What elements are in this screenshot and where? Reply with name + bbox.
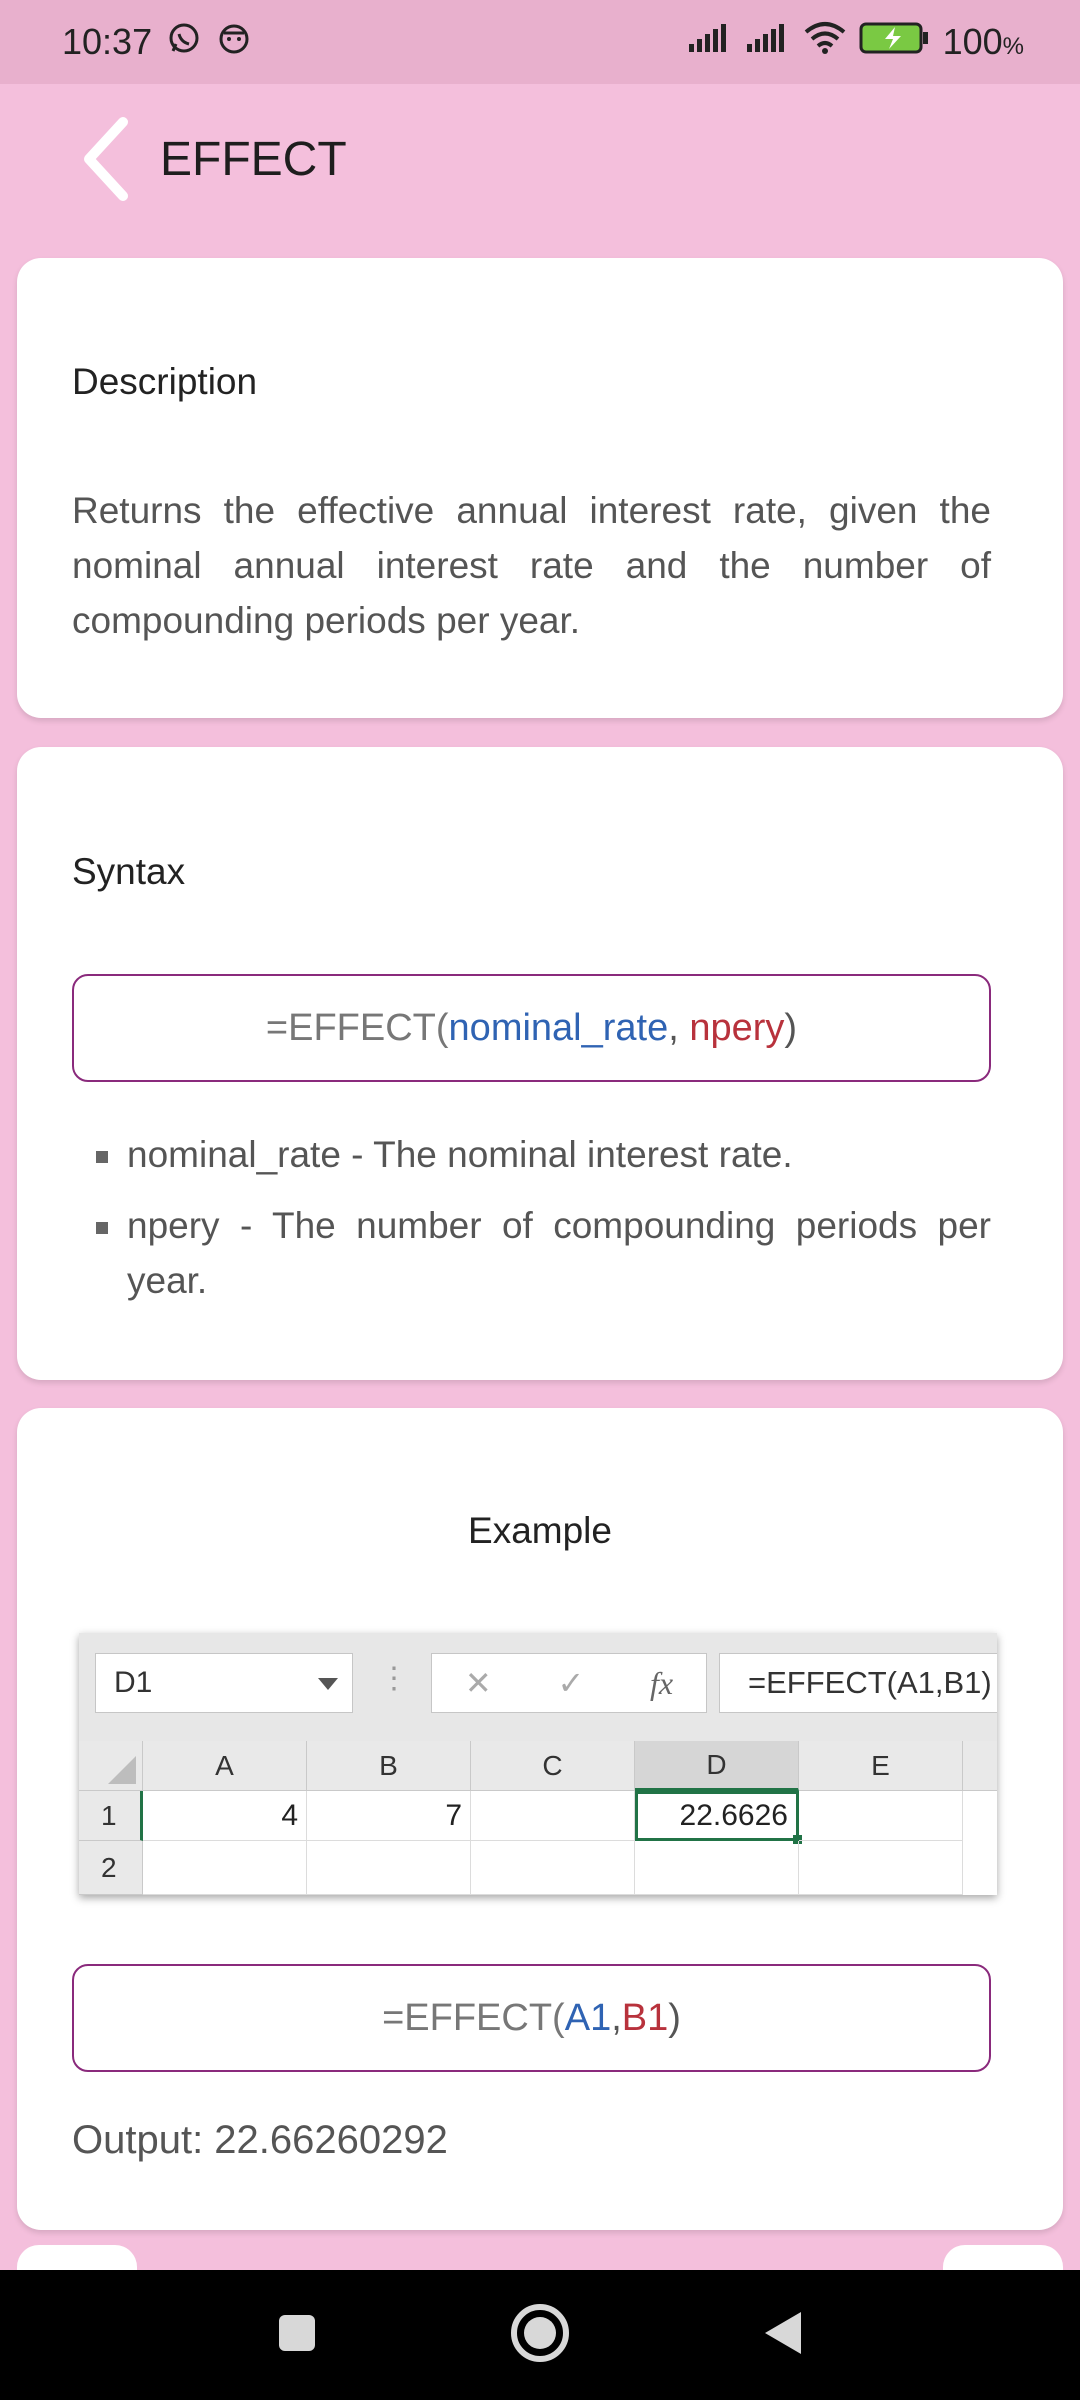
column-header-blank	[963, 1741, 997, 1791]
cancel-x-icon: ✕	[464, 1665, 492, 1701]
recents-button[interactable]	[275, 2311, 319, 2360]
chevron-left-icon	[84, 117, 128, 201]
check-icon: ✓	[557, 1665, 585, 1701]
spreadsheet-example-image: D1 ⋮ ✕ ✓ fx =EFFECT(A1,B1) A B C D E 1 2…	[79, 1633, 997, 1895]
formula-separator: ,	[668, 1006, 690, 1049]
formula-suffix: )	[784, 1006, 798, 1049]
list-item: nominal_rate - The nominal interest rate…	[72, 1127, 991, 1182]
cell-a1: 4	[143, 1791, 307, 1841]
whatsapp-icon	[166, 20, 202, 65]
formula-separator: ,	[611, 1996, 622, 2039]
cell-d2	[635, 1841, 799, 1895]
home-button[interactable]	[508, 2301, 572, 2370]
description-card: Description Returns the effective annual…	[17, 258, 1063, 718]
example-formula-box: =EFFECT( A1 , B1 )	[72, 1964, 991, 2072]
row-header-1: 1	[79, 1791, 143, 1841]
name-box: D1	[95, 1653, 353, 1713]
battery-percent: 100%	[942, 21, 1024, 62]
cell-a2	[143, 1841, 307, 1895]
formula-suffix: )	[668, 1996, 681, 2039]
example-output: Output: 22.66260292	[72, 2118, 448, 2162]
list-item: npery - The number of compounding period…	[72, 1198, 991, 1308]
more-dots-icon: ⋮	[379, 1662, 409, 1695]
page-title: EFFECT	[160, 132, 347, 186]
status-bar: 10:37 100%	[0, 0, 1080, 84]
cell-e1	[799, 1791, 963, 1841]
cell-b2	[307, 1841, 471, 1895]
battery-icon	[859, 21, 931, 64]
select-all-corner	[79, 1741, 143, 1791]
column-header-c: C	[471, 1741, 635, 1791]
formula-arg-b1: B1	[621, 1996, 669, 2039]
status-time: 10:37	[62, 21, 153, 62]
syntax-heading: Syntax	[72, 851, 186, 892]
cell-b1: 7	[307, 1791, 471, 1841]
parameter-list: nominal_rate - The nominal interest rate…	[72, 1127, 991, 1308]
formula-bar: =EFFECT(A1,B1)	[719, 1653, 997, 1713]
home-circle-icon	[510, 2303, 569, 2362]
cell-d1: 22.6626	[635, 1791, 802, 1844]
formula-arg-nominal-rate: nominal_rate	[448, 1006, 669, 1049]
column-header-a: A	[143, 1741, 307, 1791]
cell-c1	[471, 1791, 635, 1841]
column-header-d: D	[635, 1741, 799, 1791]
description-heading: Description	[72, 361, 258, 402]
app-bar: EFFECT	[0, 84, 1080, 234]
back-button[interactable]	[50, 104, 160, 214]
formula-prefix: =EFFECT(	[382, 1996, 565, 2039]
formula-arg-npery: npery	[689, 1006, 785, 1049]
triangle-back-icon	[765, 2311, 802, 2354]
sheet-grid: A B C D E 1 2 4 7 22.6626	[79, 1741, 997, 1895]
formula-prefix: =EFFECT(	[265, 1006, 449, 1049]
syntax-card: Syntax =EFFECT( nominal_rate , npery ) n…	[17, 747, 1063, 1380]
wifi-icon	[803, 21, 847, 64]
cell-c2	[471, 1841, 635, 1895]
square-icon	[278, 2314, 315, 2351]
name-box-value: D1	[114, 1666, 153, 1699]
column-header-e: E	[799, 1741, 963, 1791]
syntax-formula-box: =EFFECT( nominal_rate , npery )	[72, 974, 991, 1082]
system-nav-bar	[0, 2270, 1080, 2400]
description-text: Returns the effective annual interest ra…	[72, 490, 991, 641]
row-header-2: 2	[79, 1841, 143, 1895]
formula-arg-a1: A1	[564, 1996, 612, 2039]
signal-icon-2	[745, 21, 791, 63]
column-header-b: B	[307, 1741, 471, 1791]
dropdown-arrow-icon	[318, 1678, 338, 1690]
formula-buttons: ✕ ✓ fx	[431, 1653, 707, 1713]
example-heading: Example	[468, 1510, 612, 1551]
notification-face-icon	[216, 20, 252, 65]
back-nav-button[interactable]	[761, 2308, 805, 2363]
cell-e2	[799, 1841, 963, 1895]
fx-icon: fx	[650, 1664, 674, 1701]
signal-icon	[687, 21, 733, 63]
